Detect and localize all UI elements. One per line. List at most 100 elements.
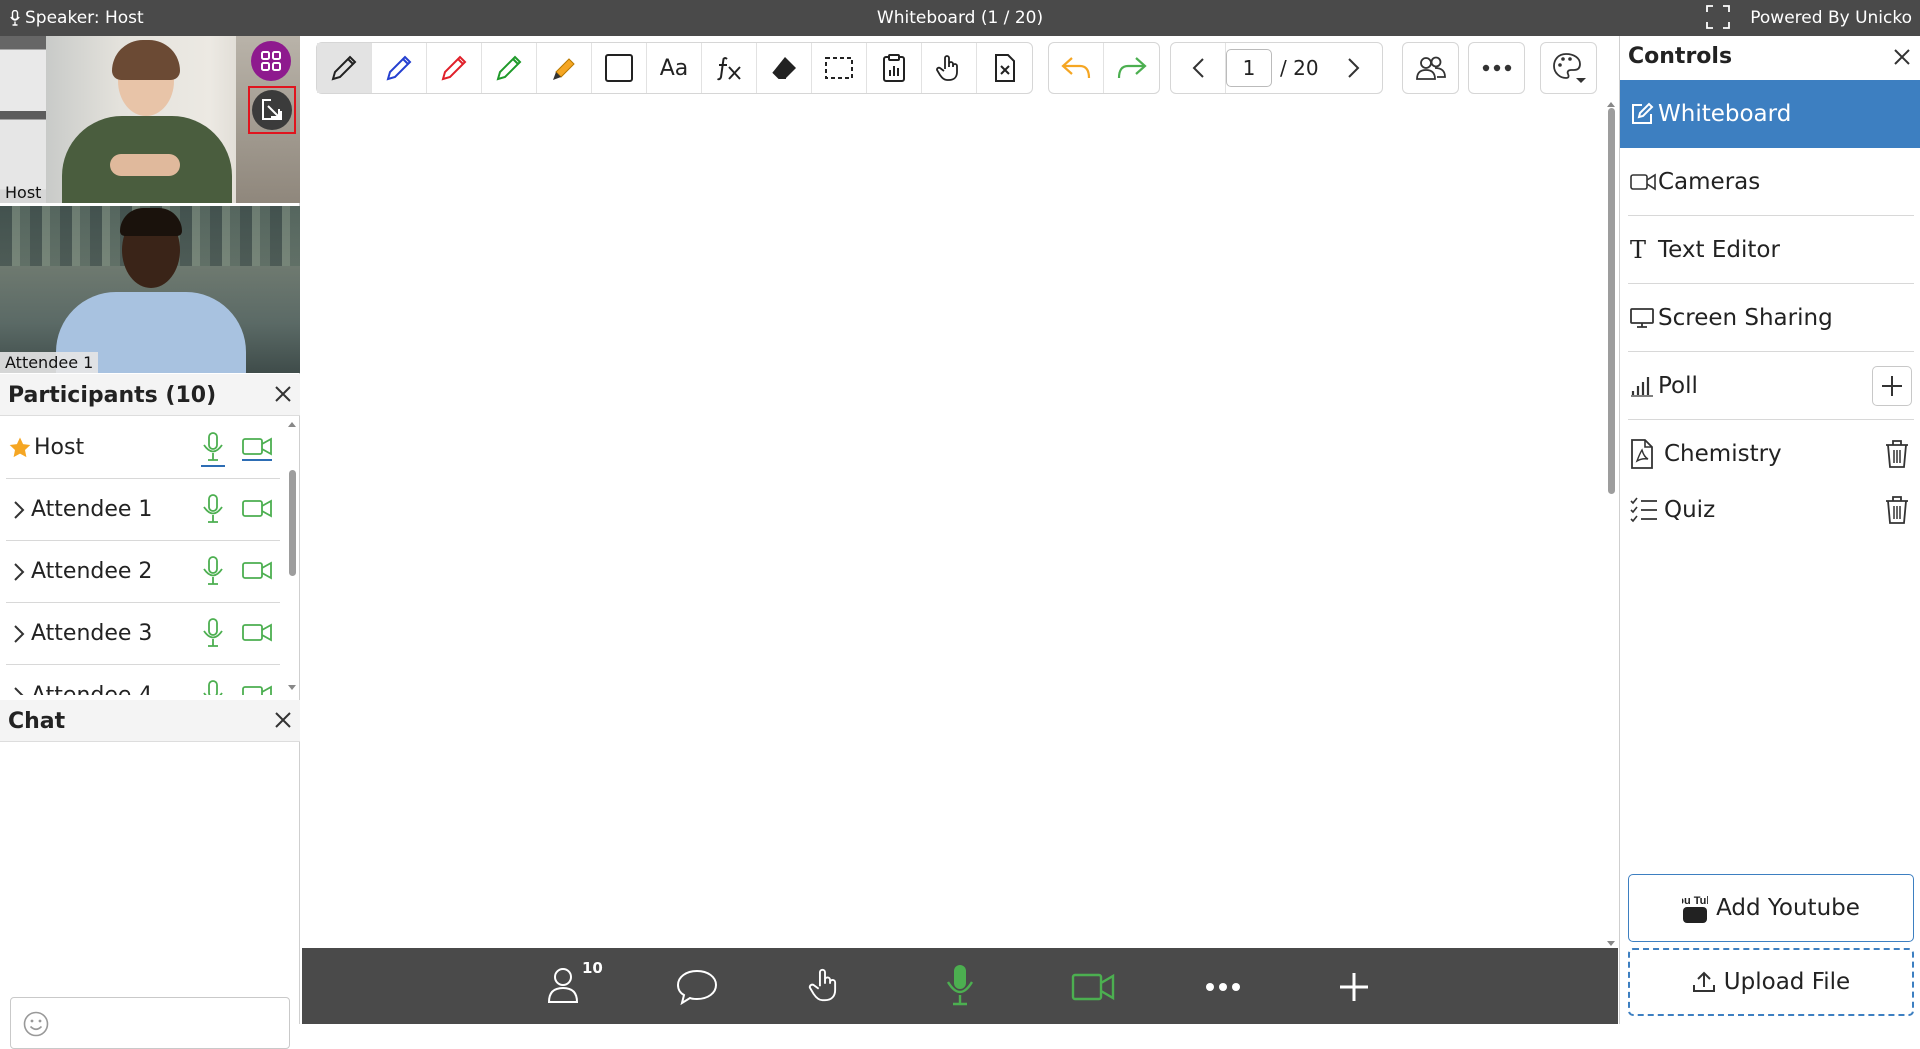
scrollbar-thumb[interactable]: [289, 470, 296, 576]
controls-item-whiteboard[interactable]: Whiteboard: [1620, 80, 1920, 148]
trash-icon: [1884, 495, 1910, 525]
mic-icon[interactable]: [201, 618, 225, 648]
controls-item-cameras[interactable]: Cameras: [1628, 148, 1914, 216]
formula-tool[interactable]: [702, 43, 757, 93]
raise-hand-button[interactable]: [806, 964, 844, 1006]
mic-icon[interactable]: [201, 680, 225, 695]
pencil-green-tool[interactable]: [482, 43, 537, 93]
text-tool[interactable]: Aa: [647, 43, 702, 93]
mic-icon[interactable]: [201, 432, 225, 467]
pencil-black-tool[interactable]: [317, 43, 372, 93]
controls-panel: Controls Whiteboard Cameras T Text Edito…: [1619, 36, 1920, 1024]
delete-quiz-button[interactable]: [1884, 495, 1910, 525]
controls-title: Controls: [1628, 44, 1733, 69]
chevron-right-icon[interactable]: [13, 562, 25, 582]
camera-icon[interactable]: [242, 436, 272, 461]
participants-button[interactable]: 10: [546, 959, 603, 1004]
hand-icon: [934, 53, 964, 83]
video-tile-host[interactable]: Host: [0, 36, 300, 203]
participant-row-host[interactable]: Host: [6, 417, 280, 479]
checklist-icon: [1630, 497, 1658, 523]
clipboard-chart-tool[interactable]: [867, 43, 922, 93]
monitor-icon: [1630, 307, 1654, 329]
pencil-blue-tool[interactable]: [372, 43, 427, 93]
camera-icon: [1071, 972, 1115, 1002]
close-chat-button[interactable]: [274, 711, 292, 729]
add-button[interactable]: [1338, 971, 1370, 1003]
scrollbar-thumb[interactable]: [1608, 108, 1615, 494]
whiteboard-canvas[interactable]: [302, 100, 1618, 948]
page-number-input[interactable]: 1: [1226, 49, 1272, 87]
fullscreen-button[interactable]: [1706, 5, 1730, 29]
participant-name: Attendee 1: [31, 497, 153, 522]
more-options-button[interactable]: [1469, 43, 1524, 93]
close-participants-button[interactable]: [274, 385, 292, 403]
more-actions-button[interactable]: [1205, 982, 1241, 992]
next-page-button[interactable]: [1327, 43, 1382, 93]
expand-video-inner[interactable]: [252, 90, 292, 130]
participant-count-badge: 10: [582, 959, 603, 977]
previous-page-button[interactable]: [1171, 43, 1226, 93]
layout-grid-button[interactable]: [251, 41, 291, 81]
close-controls-button[interactable]: [1893, 48, 1911, 66]
participant-row-attendee-2[interactable]: Attendee 2: [6, 541, 280, 603]
shape-tool[interactable]: [592, 43, 647, 93]
clear-page-tool[interactable]: [977, 43, 1032, 93]
add-poll-button[interactable]: [1872, 365, 1912, 406]
participant-row-attendee-1[interactable]: Attendee 1: [6, 479, 280, 541]
text-tool-label: Aa: [659, 55, 689, 81]
canvas-scrollbar[interactable]: [1604, 100, 1618, 948]
pencil-icon: [384, 53, 414, 83]
video-label-attendee-1: Attendee 1: [0, 352, 99, 373]
participants-view-button[interactable]: [1403, 43, 1458, 93]
camera-icon[interactable]: [242, 560, 272, 580]
video-tile-attendee-1[interactable]: Attendee 1: [0, 206, 300, 373]
controls-item-label: Cameras: [1658, 168, 1761, 195]
eraser-tool[interactable]: [757, 43, 812, 93]
formula-icon: [714, 53, 744, 83]
controls-item-text-editor[interactable]: T Text Editor: [1628, 216, 1914, 284]
undo-button[interactable]: [1049, 43, 1104, 93]
upload-file-label: Upload File: [1723, 969, 1851, 995]
color-palette-button[interactable]: [1541, 43, 1596, 93]
pencil-red-tool[interactable]: [427, 43, 482, 93]
camera-icon: [1630, 173, 1656, 191]
camera-icon[interactable]: [242, 622, 272, 642]
participant-name: Host: [34, 435, 85, 460]
upload-file-button[interactable]: Upload File: [1628, 948, 1914, 1016]
chat-input[interactable]: [10, 997, 290, 1049]
history-group: [1048, 42, 1160, 94]
participant-name: Attendee 2: [31, 559, 153, 584]
camera-icon[interactable]: [242, 684, 272, 695]
fullscreen-icon: [1706, 5, 1730, 29]
poll-icon: [1630, 375, 1654, 397]
emoji-icon[interactable]: [23, 1011, 49, 1037]
mic-icon[interactable]: [201, 556, 225, 586]
expand-video-button[interactable]: [248, 86, 296, 134]
controls-item-screen-sharing[interactable]: Screen Sharing: [1628, 284, 1914, 352]
add-youtube-button[interactable]: You Tube Add Youtube: [1628, 874, 1914, 942]
redo-button[interactable]: [1104, 43, 1159, 93]
highlighter-tool[interactable]: [537, 43, 592, 93]
chevron-right-icon[interactable]: [13, 624, 25, 644]
clear-page-icon: [990, 53, 1020, 83]
chat-toggle-button[interactable]: [676, 969, 718, 1005]
mic-icon[interactable]: [201, 494, 225, 524]
participant-row-attendee-4[interactable]: Attendee 4: [6, 665, 280, 695]
attendee-video-image: [0, 206, 300, 373]
participant-row-attendee-3[interactable]: Attendee 3: [6, 603, 280, 665]
delete-chemistry-button[interactable]: [1884, 439, 1910, 469]
camera-icon[interactable]: [242, 498, 272, 518]
select-tool[interactable]: [812, 43, 867, 93]
chevron-right-icon[interactable]: [13, 500, 25, 520]
pan-tool[interactable]: [922, 43, 977, 93]
controls-item-poll[interactable]: Poll: [1628, 352, 1914, 420]
microphone-toggle-button[interactable]: [946, 964, 974, 1006]
page-total: / 20: [1280, 56, 1319, 80]
camera-toggle-button[interactable]: [1071, 972, 1115, 1002]
participants-scrollbar[interactable]: [286, 420, 298, 692]
undo-icon: [1060, 55, 1092, 81]
controls-item-quiz[interactable]: Quiz: [1628, 476, 1914, 544]
controls-header: Controls: [1620, 36, 1920, 80]
chevron-right-icon[interactable]: [13, 686, 25, 695]
